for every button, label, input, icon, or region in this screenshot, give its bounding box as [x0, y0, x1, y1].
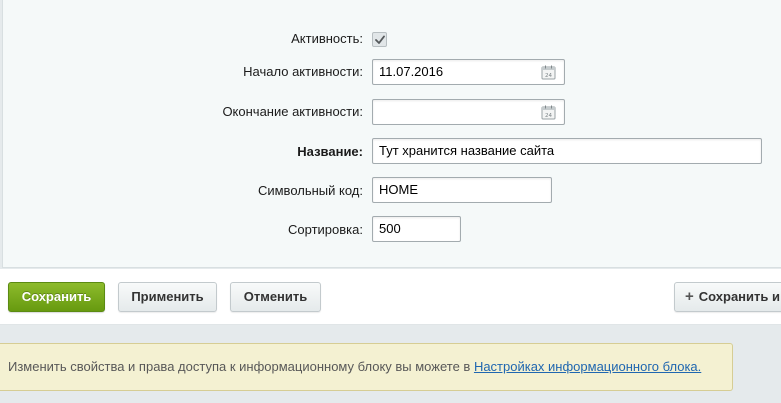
- sort-input[interactable]: 500: [372, 216, 461, 242]
- active-checkbox[interactable]: [372, 32, 387, 47]
- save-button[interactable]: Сохранить: [8, 282, 105, 312]
- date-from-label: Начало активности:: [243, 64, 363, 79]
- active-label: Активность:: [291, 31, 363, 46]
- save-and-add-button[interactable]: + Сохранить и: [674, 282, 781, 312]
- sort-label: Сортировка:: [288, 222, 363, 237]
- name-label: Название:: [297, 144, 363, 159]
- checkmark-icon: [375, 35, 385, 44]
- svg-text:24: 24: [545, 113, 552, 119]
- apply-button[interactable]: Применить: [118, 282, 217, 312]
- code-value: HOME: [379, 182, 418, 197]
- svg-text:24: 24: [545, 73, 552, 79]
- date-from-value: 11.07.2016: [379, 64, 444, 79]
- plus-icon: +: [685, 288, 694, 305]
- code-label: Символьный код:: [257, 183, 363, 198]
- name-input[interactable]: Тут хранится название сайта: [372, 138, 762, 164]
- calendar-icon[interactable]: 24: [541, 65, 556, 80]
- notice-text: Изменить свойства и права доступа к инфо…: [8, 359, 474, 374]
- name-value: Тут хранится название сайта: [379, 143, 555, 158]
- calendar-icon[interactable]: 24: [541, 105, 556, 120]
- date-from-input[interactable]: 11.07.2016 24: [372, 59, 565, 85]
- button-bar: Сохранить Применить Отменить + Сохранить …: [0, 269, 781, 325]
- sort-value: 500: [379, 221, 401, 236]
- date-to-input[interactable]: 24: [372, 99, 565, 125]
- date-to-label: Окончание активности:: [222, 104, 363, 119]
- code-input[interactable]: HOME: [372, 177, 552, 203]
- form-panel: Активность: Начало активности: 11.07.201…: [2, 0, 781, 268]
- info-notice: Изменить свойства и права доступа к инфо…: [0, 343, 733, 391]
- notice-link[interactable]: Настройках информационного блока.: [474, 359, 701, 374]
- cancel-button[interactable]: Отменить: [230, 282, 321, 312]
- save-and-add-label: Сохранить и: [698, 289, 780, 304]
